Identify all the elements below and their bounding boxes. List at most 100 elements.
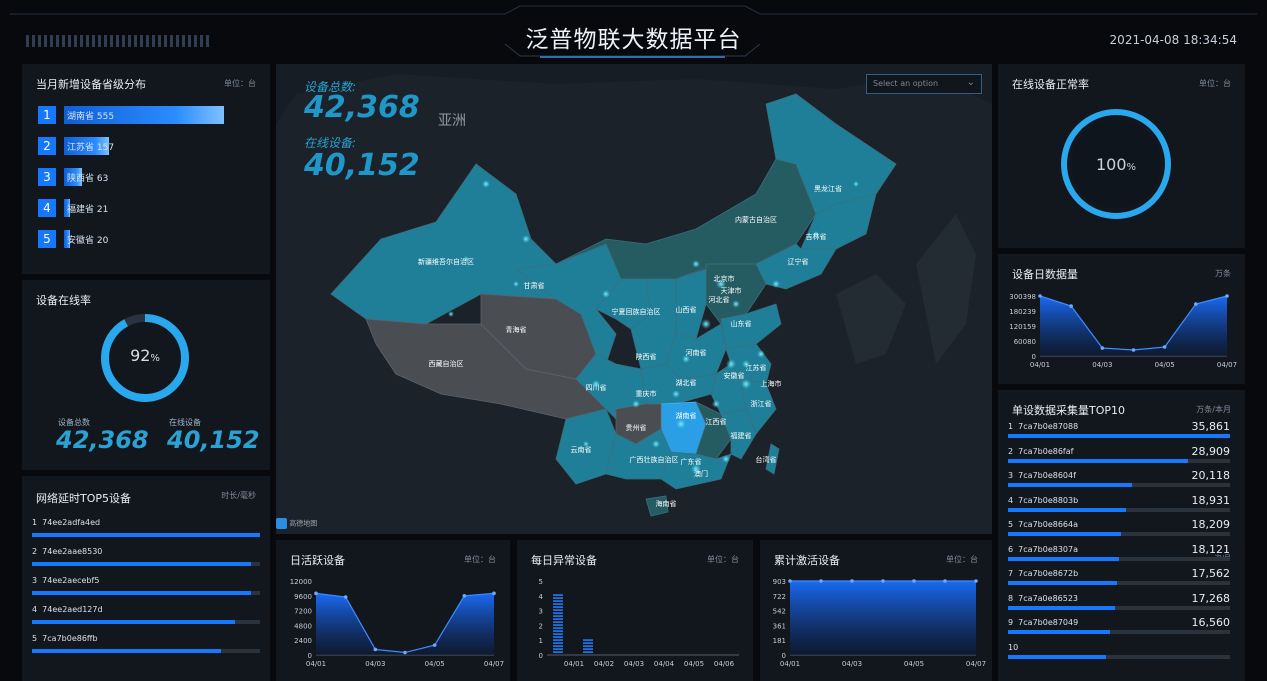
province-label: 福建省 21 — [67, 205, 109, 215]
province-rank-badge: 2 — [38, 137, 56, 155]
label-hebei: 河北省 — [709, 295, 730, 304]
y-tick-label: 7200 — [294, 608, 312, 616]
top10-bar-track — [1008, 581, 1230, 585]
label-shaanxi: 陕西省 — [636, 352, 657, 361]
y-tick-label: 120159 — [1009, 323, 1036, 331]
province-row: 5 安徽省 20 — [38, 230, 258, 261]
x-tick-label: 04/06 — [714, 660, 735, 668]
latency-bar-fill — [32, 533, 260, 537]
data-point — [373, 647, 378, 652]
y-tick-label: 181 — [773, 637, 786, 645]
latency-row: 2 74ee2aae8530 — [32, 547, 260, 576]
panel-unit: 万条 — [1215, 269, 1231, 278]
online-rate-panel: 设备在线率 92% 设备总数 42,368 在线设备 40,152 — [22, 280, 270, 470]
device-online-value: 40,152 — [167, 426, 260, 454]
map-region-label: 亚洲 — [438, 113, 466, 129]
top10-bar-fill — [1008, 605, 1115, 610]
header-datetime: 2021-04-08 18:34:54 — [1109, 33, 1237, 47]
latency-top5-panel: 网络延时TOP5设备 时长/毫秒 1 74ee2adfa4ed 2 74ee2aa… — [22, 476, 270, 681]
province-rank-badge: 1 — [38, 106, 56, 124]
top10-bar-fill — [1008, 581, 1117, 585]
top10-row: 2 7ca7b0e86faf 28,909 — [1008, 445, 1230, 470]
province-label: 陕西省 63 — [67, 174, 109, 184]
panel-unit: 单位：台 — [1199, 79, 1231, 88]
top10-row: 7 7ca7b0e8672b 17,562 — [1008, 567, 1230, 592]
panel-unit: 时长/毫秒 — [221, 491, 256, 500]
data-point — [492, 591, 496, 596]
online-rate-value: 92% — [85, 346, 205, 365]
top10-bar-fill — [1008, 556, 1119, 561]
daily-active-panel: 日活跃设备 单位：台 12000 9600 7200 4800 2400 0 04/01 04… — [276, 540, 510, 681]
data-point — [850, 579, 854, 583]
cumulative-active-chart: 903 722 542 361 181 004/01 04/03 04/05 04/07 — [773, 578, 986, 668]
online-rate-sign: % — [150, 353, 160, 364]
area-fill — [790, 581, 976, 655]
label-heilongjiang: 黑龙江省 — [814, 184, 842, 193]
y-tick-label: 903 — [773, 578, 786, 586]
top10-bar-track — [1008, 605, 1230, 610]
x-tick-label: 04/05 — [425, 660, 445, 668]
latency-device-label: 2 74ee2aae8530 — [32, 547, 103, 556]
label-tianjin: 天津市 — [721, 286, 742, 295]
top10-row: 6 7ca7b0e8307a 18,121 — [1008, 543, 1230, 568]
y-tick-label: 0 — [1032, 353, 1036, 361]
y-tick-label: 5 — [539, 578, 543, 586]
top10-row: 5 7ca7b0e8664a 18,209 — [1008, 518, 1230, 543]
latency-row: 5 7ca7b0e86ffb — [32, 634, 260, 663]
latency-bar-fill — [32, 591, 251, 595]
top10-device-label: 5 7ca7b0e8664a — [1008, 520, 1079, 529]
top10-bar-fill — [1008, 458, 1188, 463]
top10-row: 1 7ca7b0e87088 35,861 — [1008, 420, 1230, 445]
top10-value: 18,209 — [1191, 518, 1231, 531]
panel-title: 累计激活设备 — [774, 554, 840, 567]
top10-value: 16,560 — [1191, 616, 1231, 629]
data-point — [462, 594, 467, 598]
x-tick-label: 04/07 — [1217, 361, 1237, 369]
label-inner-mongolia: 内蒙古自治区 — [735, 215, 777, 224]
data-point — [943, 579, 947, 583]
page-title: 泛普物联大数据平台 — [525, 27, 742, 53]
top10-bar-track — [1008, 532, 1230, 536]
latency-list: 1 74ee2adfa4ed 2 74ee2aae8530 3 74ee2aeceb… — [32, 518, 260, 663]
map-online-value: 40,152 — [304, 148, 420, 183]
normal-rate-number: 100 — [1095, 155, 1127, 174]
top10-row: 9 7ca7b0e87049 16,560 — [1008, 616, 1230, 641]
top10-value: 35,861 — [1191, 420, 1231, 433]
y-tick-label: 3 — [539, 608, 543, 616]
x-tick-label: 04/01 — [1030, 361, 1050, 369]
label-tibet: 西藏自治区 — [429, 359, 464, 368]
panel-title: 网络延时TOP5设备 — [36, 492, 132, 505]
data-point — [1194, 302, 1198, 306]
x-tick-label: 04/03 — [365, 660, 385, 668]
top10-list: 1 7ca7b0e87088 35,861 2 7ca7b0e86faf 28,909… — [1008, 420, 1230, 678]
label-fujian: 福建省 — [731, 431, 752, 440]
label-guangxi: 广西壮族自治区 — [630, 455, 679, 464]
latency-bar-track — [32, 649, 260, 653]
panel-title: 单设数据采集量TOP10 — [1012, 404, 1126, 417]
y-tick-label: 12000 — [290, 578, 312, 586]
china-map[interactable]: 新疆维吾尔自治区 西藏自治区 青海省 甘肃省 内蒙古自治区 黑龙江省 吉林省 辽… — [276, 64, 992, 534]
top10-bar-track — [1008, 654, 1230, 659]
map-panel[interactable]: 新疆维吾尔自治区 西藏自治区 青海省 甘肃省 内蒙古自治区 黑龙江省 吉林省 辽… — [276, 64, 992, 534]
label-beijing: 北京市 — [714, 274, 735, 283]
device-total-value: 42,368 — [56, 426, 149, 454]
y-tick-label: 361 — [773, 622, 786, 630]
y-tick-label: 542 — [773, 608, 786, 616]
latency-device-label: 3 74ee2aecebf5 — [32, 576, 100, 585]
area-fill — [316, 593, 494, 655]
latency-bar-track — [32, 591, 260, 595]
data-point — [1069, 304, 1073, 308]
label-xinjiang: 新疆维吾尔自治区 — [418, 257, 474, 266]
latency-bar-fill — [32, 562, 251, 566]
bar — [553, 594, 563, 653]
label-ningxia: 宁夏回族自治区 — [612, 307, 661, 316]
y-tick-label: 300398 — [1009, 293, 1036, 301]
data-point — [1162, 345, 1167, 349]
region-select[interactable]: Select an option ⌄ — [866, 74, 982, 94]
x-tick-label: 04/01 — [564, 660, 584, 668]
panel-title: 日活跃设备 — [290, 554, 345, 567]
top10-bar-fill — [1008, 434, 1230, 438]
latency-bar-fill — [32, 620, 235, 624]
top10-bar-track — [1008, 556, 1230, 561]
top10-row: 4 7ca7b0e8803b 18,931 — [1008, 494, 1230, 519]
